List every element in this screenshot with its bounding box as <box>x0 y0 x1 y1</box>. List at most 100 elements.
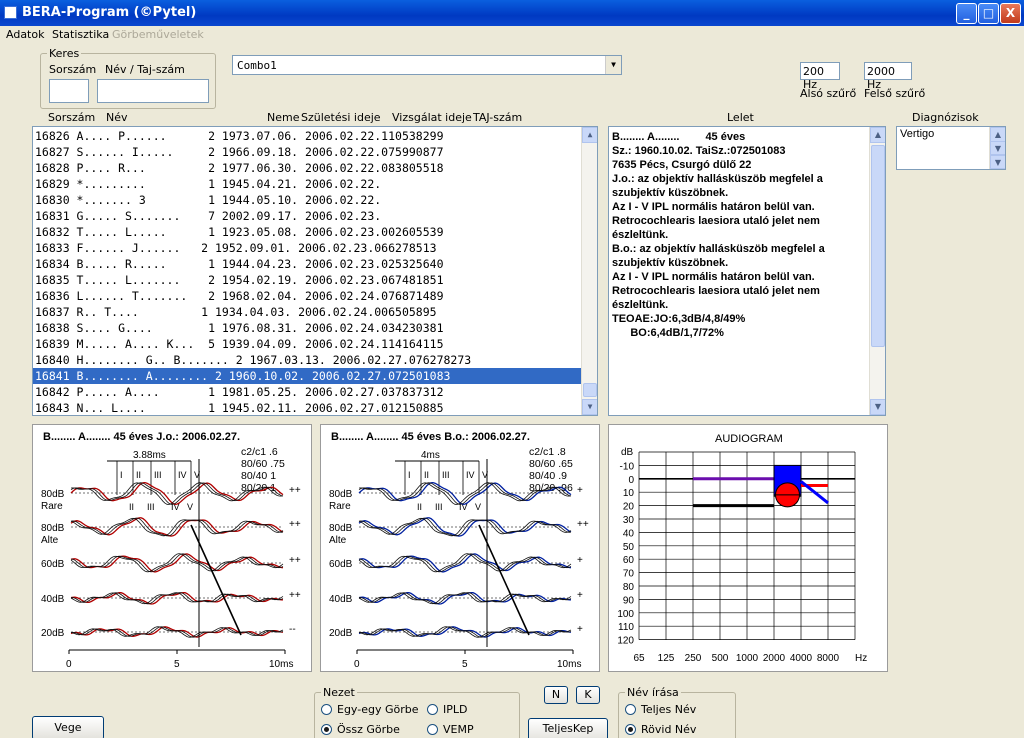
radio-ossz-gorbe[interactable]: Össz Görbe <box>321 723 400 736</box>
wave-label: II <box>129 502 134 512</box>
polarity-mark: ++ <box>289 519 301 530</box>
radio-icon <box>321 704 332 715</box>
title-bar: BERA-Program (©Pytel) _ □ X <box>0 0 1024 26</box>
patient-row[interactable]: 16837 R.. T.... 1 1934.04.03. 2006.02.24… <box>33 304 597 320</box>
y-tick-label: 30 <box>623 515 635 526</box>
radio-label: Egy-egy Görbe <box>337 703 419 716</box>
close-button[interactable]: X <box>1000 3 1021 24</box>
radio-rovid-nev[interactable]: Rövid Név <box>625 723 696 736</box>
lelet-line: BO:6,4dB/1,7/72% <box>612 327 724 339</box>
diagnoses-list[interactable]: Vertigo ▲ ▼ ▼ <box>896 126 1006 170</box>
polarity-mark: + <box>577 624 583 635</box>
bera-graph-left: B........ A........ 45 éves J.o.: 2006.0… <box>32 424 312 672</box>
patient-row[interactable]: 16831 G..... S....... 7 2002.09.17. 2006… <box>33 208 597 224</box>
scroll-up-icon[interactable]: ▲ <box>582 127 597 143</box>
radio-ipld[interactable]: IPLD <box>427 703 467 716</box>
lelet-line: észleltünk. <box>612 229 669 241</box>
graph-stat: c2/c1 .8 <box>529 446 566 458</box>
minimize-button[interactable]: _ <box>956 3 977 24</box>
scroll-down-icon[interactable]: ▼ <box>870 399 885 415</box>
chevron-down-icon[interactable]: ▼ <box>605 56 621 74</box>
patient-row[interactable]: 16835 T..... L....... 2 1954.02.19. 2006… <box>33 272 597 288</box>
y-tick-label: 0 <box>628 475 634 486</box>
patient-row[interactable]: 16828 P.... R... 2 1977.06.30. 2006.02.2… <box>33 160 597 176</box>
patient-row[interactable]: 16830 *....... 3 1 1944.05.10. 2006.02.2… <box>33 192 597 208</box>
polarity-mark: + <box>577 485 583 496</box>
x-tick-label: 10ms <box>557 659 581 670</box>
scroll-mid-icon[interactable]: ▼ <box>990 141 1005 155</box>
scroll-thumb[interactable] <box>871 145 885 347</box>
x-tick-label: 0 <box>354 659 360 670</box>
lelet-line: Retrocochlearis laesiora utaló jelet nem <box>612 285 820 297</box>
patient-row[interactable]: 16832 T..... L..... 1 1923.05.08. 2006.0… <box>33 224 597 240</box>
audiogram-title: AUDIOGRAM <box>715 433 783 445</box>
patient-row[interactable]: 16839 M..... A.... K... 5 1939.04.09. 20… <box>33 336 597 352</box>
menu-adatok[interactable]: Adatok <box>6 28 44 41</box>
diagnosis-item[interactable]: Vertigo <box>900 128 1002 140</box>
patient-row[interactable]: 16838 S.... G.... 1 1976.08.31. 2006.02.… <box>33 320 597 336</box>
scroll-down-icon[interactable]: ▼ <box>990 155 1005 169</box>
felso-szuro-input[interactable]: 2000 Hz <box>864 62 912 91</box>
patient-row[interactable]: 16836 L...... T....... 2 1968.02.04. 200… <box>33 288 597 304</box>
also-szuro-label: Alsó szűrő <box>800 87 857 100</box>
x-tick-label: 2000 <box>763 653 786 664</box>
patient-row[interactable]: 16833 F...... J...... 2 1952.09.01. 2006… <box>33 240 597 256</box>
x-tick-label: 500 <box>712 653 729 664</box>
x-tick-label: 125 <box>658 653 675 664</box>
radio-teljes-nev[interactable]: Teljes Név <box>625 703 696 716</box>
sorszam-search-input[interactable] <box>49 79 89 103</box>
bera-waveform-right: B........ A........ 45 éves B.o.: 2006.0… <box>329 431 589 670</box>
menu-statisztika[interactable]: Statisztika <box>52 28 109 41</box>
diagnoses-scrollbar[interactable]: ▲ ▼ ▼ <box>989 127 1005 169</box>
audiogram-panel: AUDIOGRAM dB -10 0 10 20 30 40 50 60 70 80 90 100 110 1… <box>608 424 888 672</box>
maximize-button[interactable]: □ <box>978 3 999 24</box>
patient-row[interactable]: 16841 B........ A........ 2 1960.10.02. … <box>33 368 597 384</box>
audiogram-chart: AUDIOGRAM dB -10 0 10 20 30 40 50 60 70 80 90 100 110 1… <box>617 433 867 664</box>
nev-irasa-label: Név írása <box>625 686 681 699</box>
alte-label: Alte <box>41 535 59 546</box>
level-label: 80dB <box>329 489 353 500</box>
patient-row[interactable]: 16826 A.... P...... 2 1973.07.06. 2006.0… <box>33 128 597 144</box>
k-button[interactable]: K <box>576 686 600 704</box>
col-lelet: Lelet <box>727 111 754 124</box>
combo-select[interactable]: Combo1 ▼ <box>232 55 622 75</box>
patient-row[interactable]: 16840 H........ G.. B....... 2 1967.03.1… <box>33 352 597 368</box>
patient-list[interactable]: 16826 A.... P...... 2 1973.07.06. 2006.0… <box>32 126 598 416</box>
wave-label: III <box>442 470 450 480</box>
y-tick-label: 120 <box>617 636 634 647</box>
scroll-up-icon[interactable]: ▲ <box>870 127 885 143</box>
lelet-panel[interactable]: B........ A........ 45 éves Sz.: 1960.10.… <box>608 126 886 416</box>
col-taj: TAJ-szám <box>473 111 523 124</box>
radio-egy-egy-gorbe[interactable]: Egy-egy Görbe <box>321 703 419 716</box>
patient-row[interactable]: 16827 S...... I..... 2 1966.09.18. 2006.… <box>33 144 597 160</box>
teljeskep-button[interactable]: TeljesKep <box>528 718 608 738</box>
col-sorszam: Sorszám <box>48 111 96 124</box>
patient-row[interactable]: 16842 P..... A.... 1 1981.05.25. 2006.02… <box>33 384 597 400</box>
vege-button[interactable]: Vege <box>32 716 104 738</box>
scroll-thumb[interactable] <box>583 383 597 397</box>
also-szuro-input[interactable]: 200 Hz <box>800 62 840 91</box>
graph-stat: 80/60 .75 <box>241 458 285 470</box>
sorszam-search-label: Sorszám <box>49 63 97 76</box>
radio-label: Rövid Név <box>641 723 697 736</box>
nev-search-input[interactable] <box>97 79 209 103</box>
radio-label: IPLD <box>443 703 468 716</box>
lelet-scrollbar[interactable]: ▲ ▼ <box>869 127 885 415</box>
radio-vemp[interactable]: VEMP <box>427 723 474 736</box>
y-tick-label: 80 <box>623 582 635 593</box>
patient-row[interactable]: 16834 B..... R..... 1 1944.04.23. 2006.0… <box>33 256 597 272</box>
col-nev: Név <box>106 111 128 124</box>
patient-row[interactable]: 16843 N... L.... 1 1945.02.11. 2006.02.2… <box>33 400 597 415</box>
lelet-line: Retrocochlearis laesiora utaló jelet nem <box>612 215 820 227</box>
y-tick-label: -10 <box>620 461 635 472</box>
n-button[interactable]: N <box>544 686 568 704</box>
polarity-mark: ++ <box>289 485 301 496</box>
patient-list-scrollbar[interactable]: ▲ ▼ <box>581 127 597 415</box>
scroll-down-icon[interactable]: ▼ <box>582 399 597 415</box>
wave-label: III <box>435 502 443 512</box>
patient-row[interactable]: 16829 *......... 1 1945.04.21. 2006.02.2… <box>33 176 597 192</box>
radio-icon <box>427 704 438 715</box>
y-tick-label: 40 <box>623 528 635 539</box>
lelet-line: észleltünk. <box>612 299 669 311</box>
lelet-line: Sz.: 1960.10.02. TaiSz.:072501083 <box>612 145 786 157</box>
